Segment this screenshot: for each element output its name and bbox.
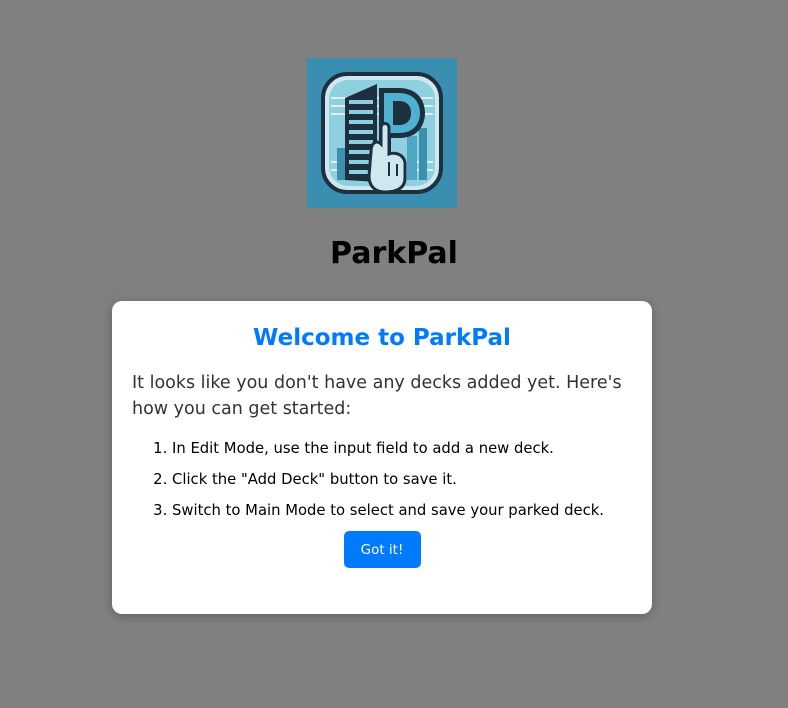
modal-title: Welcome to ParkPal xyxy=(253,325,511,351)
parkpal-logo-icon xyxy=(307,58,457,208)
welcome-modal: Welcome to ParkPal It looks like you don… xyxy=(112,301,652,614)
instruction-steps-list: In Edit Mode, use the input field to add… xyxy=(132,438,632,521)
modal-actions: Got it! xyxy=(132,531,632,568)
instruction-step: Switch to Main Mode to select and save y… xyxy=(172,500,632,521)
app-title: ParkPal xyxy=(330,236,458,271)
modal-intro-text: It looks like you don't have any decks a… xyxy=(132,373,622,419)
got-it-button[interactable]: Got it! xyxy=(343,531,421,568)
instruction-step: In Edit Mode, use the input field to add… xyxy=(172,438,632,459)
instruction-step: Click the "Add Deck" button to save it. xyxy=(172,469,632,490)
